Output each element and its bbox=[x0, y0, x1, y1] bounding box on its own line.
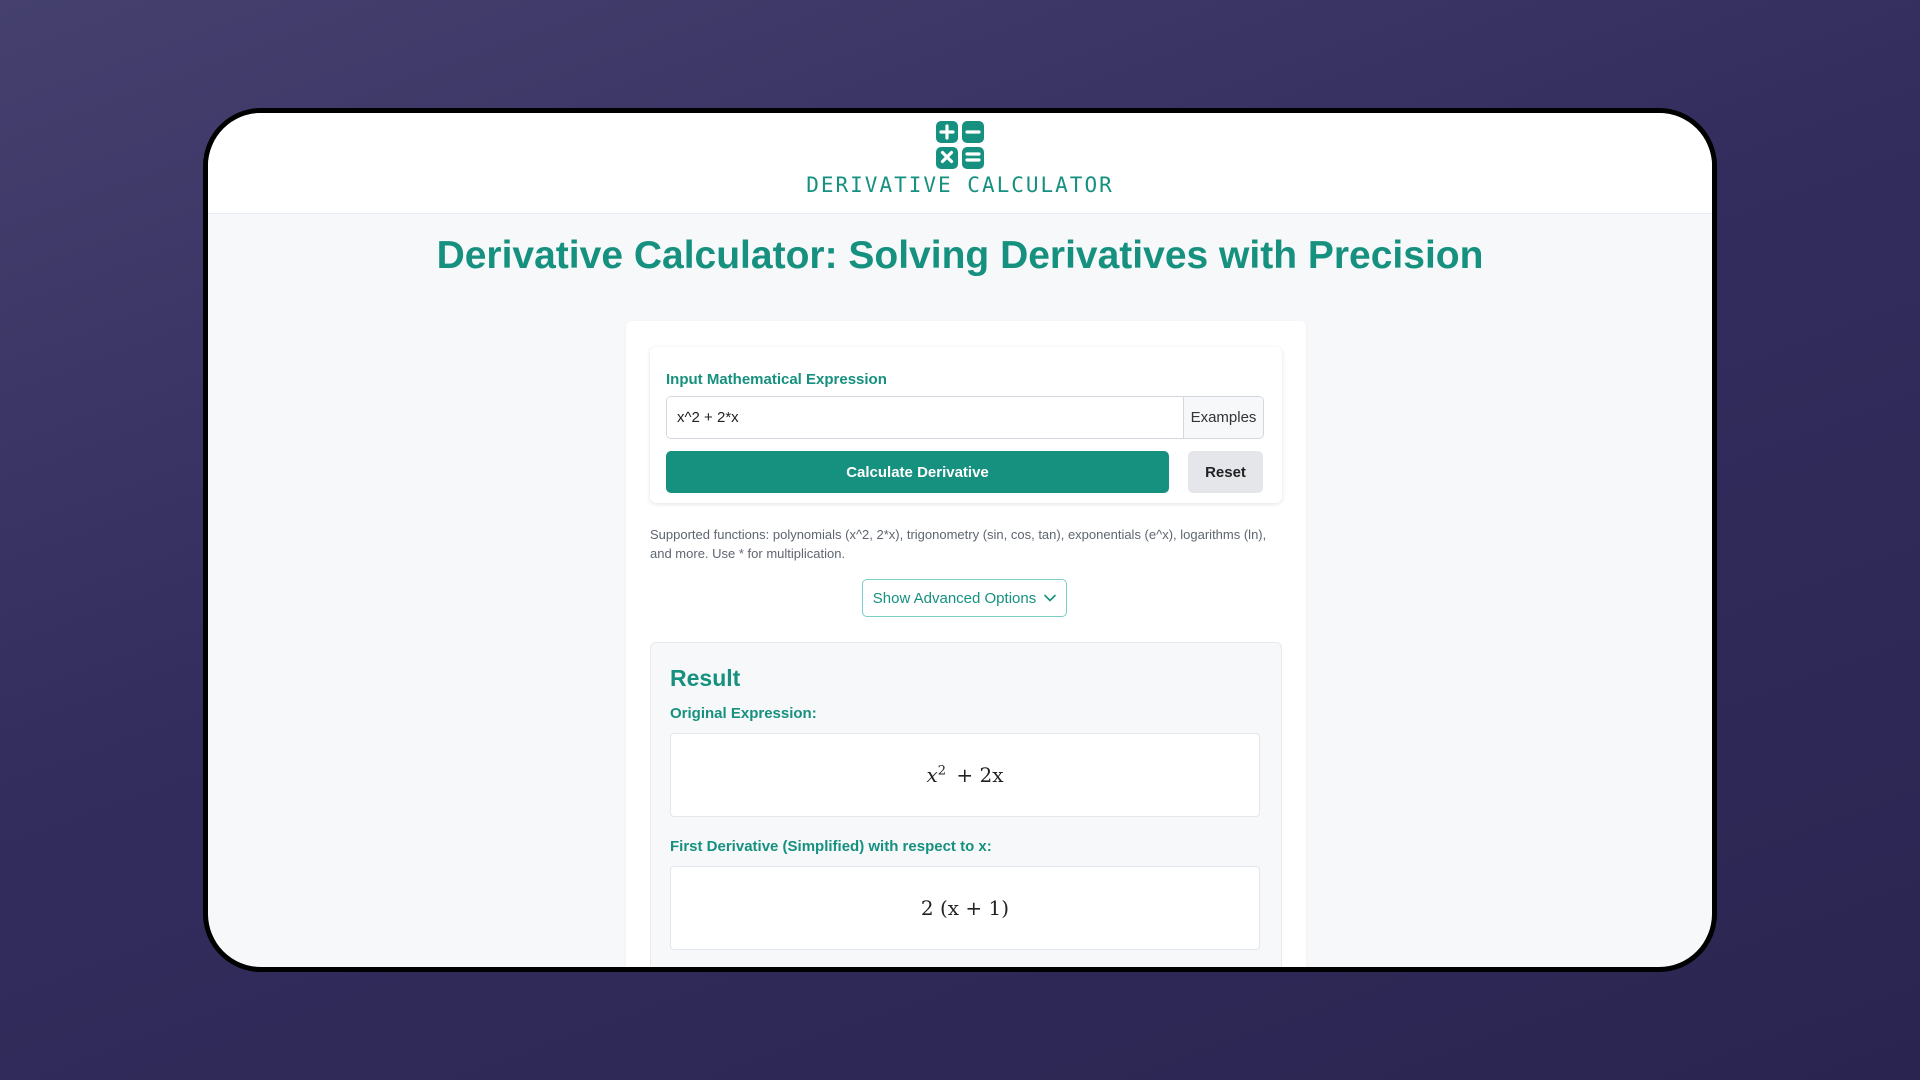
logo-text[interactable]: DERIVATIVE CALCULATOR bbox=[806, 173, 1114, 197]
original-expression-display: x2 + 2x bbox=[670, 733, 1260, 817]
original-rest: + 2x bbox=[956, 763, 1004, 787]
original-base: x bbox=[926, 763, 938, 787]
show-advanced-options-button[interactable]: Show Advanced Options bbox=[862, 579, 1067, 617]
app-screen: DERIVATIVE CALCULATOR Derivative Calcula… bbox=[208, 113, 1712, 967]
device-frame: DERIVATIVE CALCULATOR Derivative Calcula… bbox=[203, 108, 1717, 972]
first-derivative-display: 2 (x + 1) bbox=[670, 866, 1260, 950]
expression-input-group: Examples bbox=[666, 396, 1264, 439]
advanced-options-label: Show Advanced Options bbox=[872, 589, 1037, 607]
calculate-derivative-button[interactable]: Calculate Derivative bbox=[666, 451, 1169, 493]
supported-functions-text: Supported functions: polynomials (x^2, 2… bbox=[650, 527, 1267, 561]
result-panel: Result Original Expression: x2 + 2x Firs… bbox=[650, 642, 1282, 967]
page-title: Derivative Calculator: Solving Derivativ… bbox=[436, 234, 1484, 277]
calculator-card: Input Mathematical Expression Examples C… bbox=[626, 321, 1306, 967]
examples-button[interactable]: Examples bbox=[1183, 397, 1263, 438]
calculator-icon[interactable] bbox=[935, 120, 985, 170]
result-title: Result bbox=[670, 665, 741, 691]
first-derivative-label: First Derivative (Simplified) with respe… bbox=[670, 838, 992, 855]
first-derivative-math: 2 (x + 1) bbox=[920, 896, 1010, 920]
expression-input[interactable] bbox=[667, 397, 1183, 438]
expression-label: Input Mathematical Expression bbox=[666, 371, 887, 388]
original-exponent: 2 bbox=[937, 763, 947, 779]
original-expression-math: x2 + 2x bbox=[926, 763, 1003, 787]
chevron-down-icon bbox=[1044, 594, 1057, 602]
site-header: DERIVATIVE CALCULATOR bbox=[208, 113, 1712, 214]
input-panel: Input Mathematical Expression Examples C… bbox=[650, 347, 1282, 503]
reset-button[interactable]: Reset bbox=[1188, 451, 1263, 493]
original-expression-label: Original Expression: bbox=[670, 705, 817, 722]
